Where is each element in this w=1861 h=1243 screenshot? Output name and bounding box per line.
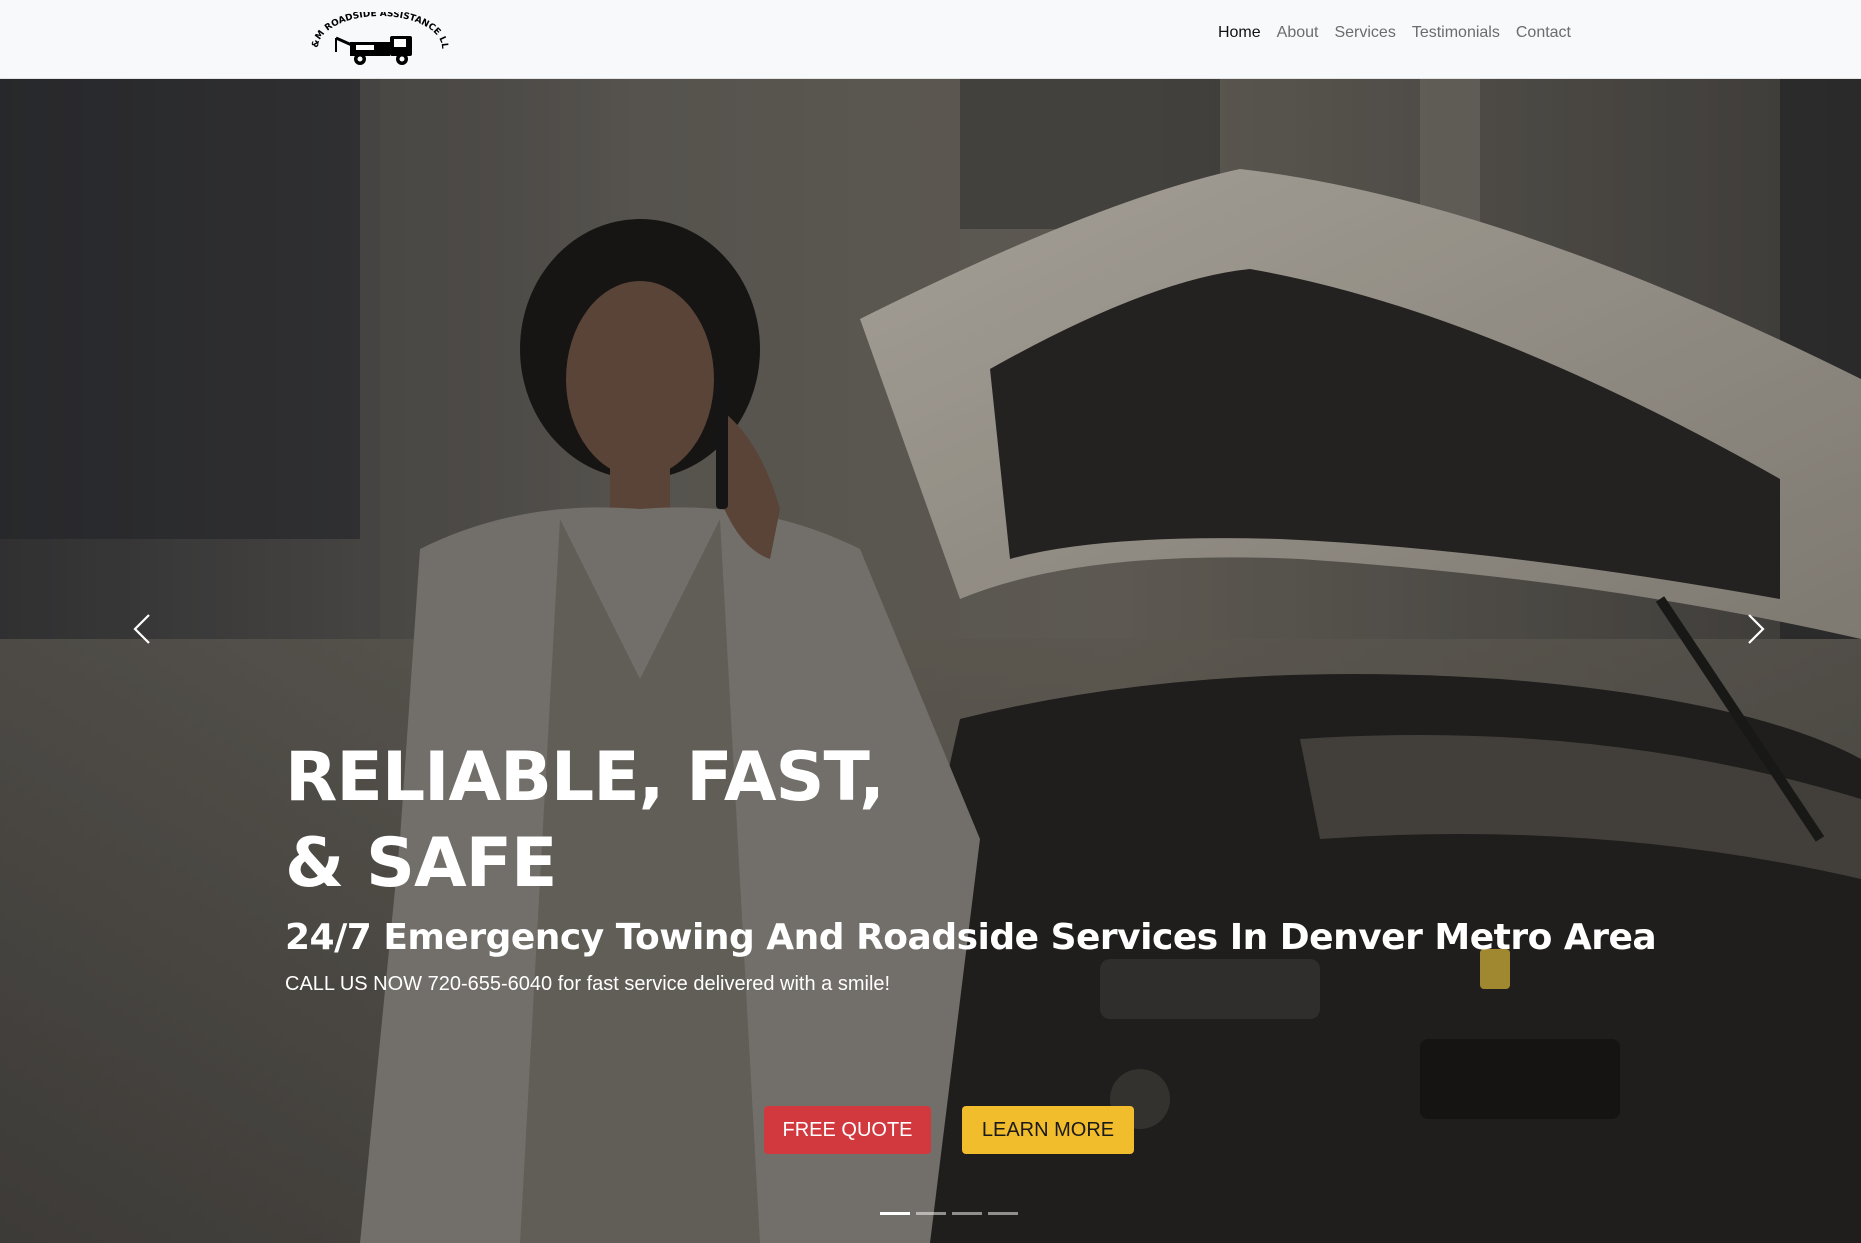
carousel-indicator-1[interactable] <box>880 1212 910 1215</box>
learn-more-button[interactable]: LEARN MORE <box>962 1106 1134 1154</box>
hero-carousel <box>0 79 1861 1243</box>
headline-line-1: RELIABLE, FAST, <box>285 738 885 817</box>
chevron-left-icon <box>133 614 150 644</box>
brand-logo[interactable]: H&M ROADSIDE ASSISTANCE LLC <box>308 12 452 70</box>
free-quote-button[interactable]: FREE QUOTE <box>764 1106 931 1154</box>
chevron-right-icon <box>1748 614 1765 644</box>
nav-about[interactable]: About <box>1269 22 1327 44</box>
nav-contact[interactable]: Contact <box>1508 22 1579 44</box>
carousel-indicator-2[interactable] <box>916 1212 946 1215</box>
main-nav: Home About Services Testimonials Contact <box>1210 22 1579 44</box>
headline-line-2: & SAFE <box>285 824 557 903</box>
hero-tagline: CALL US NOW 720-655-6040 for fast servic… <box>285 973 891 995</box>
nav-testimonials[interactable]: Testimonials <box>1404 22 1508 44</box>
carousel-prev-button[interactable] <box>122 599 162 659</box>
tow-truck-icon: H&M ROADSIDE ASSISTANCE LLC <box>308 12 449 65</box>
hero-subheadline: 24/7 Emergency Towing And Roadside Servi… <box>285 917 1657 958</box>
carousel-next-button[interactable] <box>1736 599 1776 659</box>
hero-overlay <box>0 79 1861 1243</box>
carousel-indicator-3[interactable] <box>952 1212 982 1215</box>
carousel-indicator-4[interactable] <box>988 1212 1018 1215</box>
hero-caption: RELIABLE, FAST, & SAFE 24/7 Emergency To… <box>285 735 1685 997</box>
nav-services[interactable]: Services <box>1326 22 1403 44</box>
nav-home[interactable]: Home <box>1210 22 1269 44</box>
carousel-indicators <box>880 1212 1018 1215</box>
navbar: H&M ROADSIDE ASSISTANCE LLC Home About S… <box>0 0 1861 79</box>
hero-headline: RELIABLE, FAST, & SAFE <box>285 735 905 907</box>
